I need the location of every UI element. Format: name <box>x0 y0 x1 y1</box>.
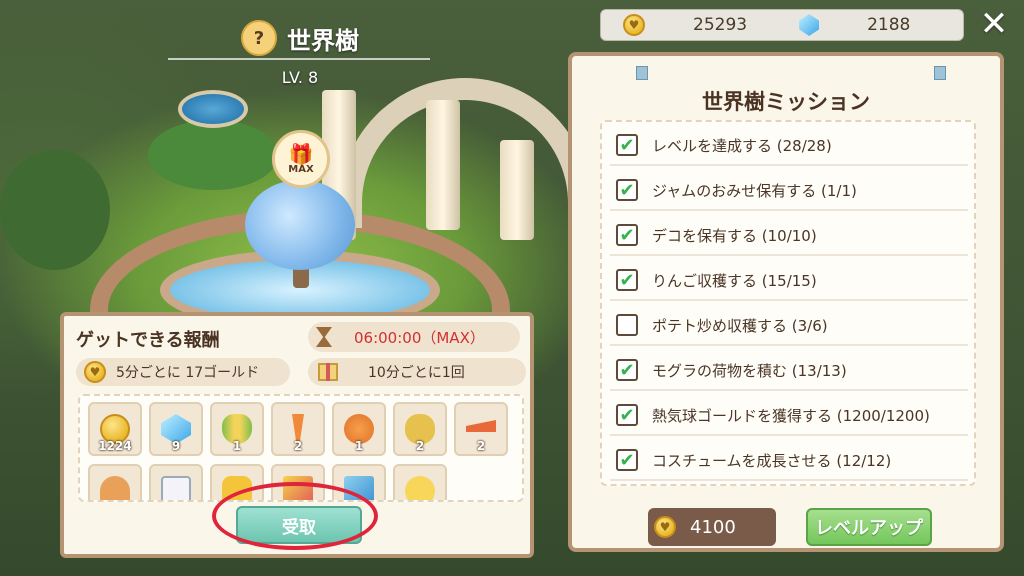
checkbox-checked-icon: ✔ <box>616 269 638 291</box>
birdbath-icon <box>178 90 248 128</box>
mission-label: モグラの荷物を積む (13/13) <box>652 361 847 380</box>
checkbox-checked-icon: ✔ <box>616 179 638 201</box>
checkbox-checked-icon: ✔ <box>616 449 638 471</box>
gift-bubble[interactable]: 🎁 MAX <box>272 130 330 188</box>
gold-rate-pill: ♥ 5分ごとに 17ゴールド <box>76 358 290 386</box>
reward-item-slot[interactable]: 2 <box>271 402 325 456</box>
coin-icon: ♥ <box>654 516 676 538</box>
mission-label: レベルを達成する (28/28) <box>652 136 832 155</box>
stone-arch <box>340 78 590 228</box>
coin-count: 25293 <box>693 15 748 35</box>
help-icon[interactable]: ? <box>241 20 277 56</box>
coin-icon: ♥ <box>623 14 645 36</box>
reward-item-slot[interactable] <box>149 464 203 500</box>
gem-icon <box>799 14 820 36</box>
milk-icon <box>161 476 191 500</box>
item-count: 9 <box>171 439 181 453</box>
item-count: 2 <box>415 439 425 453</box>
mission-label: ポテト炒め収穫する (3/6) <box>652 316 828 335</box>
mission-row: ✔ コスチュームを成長させる (12/12) <box>610 441 968 481</box>
checkbox-empty-icon <box>616 314 638 336</box>
item-count: 2 <box>476 439 486 453</box>
currency-bar: ♥ 25293 2188 <box>600 9 964 41</box>
highlight-circle <box>212 482 378 550</box>
mission-panel: 世界樹ミッション ✔ レベルを達成する (28/28) ✔ ジャムのおみせ保有する (… <box>568 52 1004 552</box>
checkbox-checked-icon: ✔ <box>616 404 638 426</box>
hourglass-icon <box>316 327 332 347</box>
item-count: 1224 <box>98 439 132 453</box>
reward-item-slot[interactable]: 2 <box>393 402 447 456</box>
bush <box>148 120 278 190</box>
reward-item-slot[interactable] <box>393 464 447 500</box>
checkbox-checked-icon: ✔ <box>616 134 638 156</box>
mission-label: 熱気球ゴールドを獲得する (1200/1200) <box>652 406 930 425</box>
level-up-cost: ♥ 4100 <box>648 508 776 546</box>
title-divider <box>168 58 430 60</box>
reward-title: ゲットできる報酬 <box>76 330 220 351</box>
bush <box>0 150 110 270</box>
gold-rate-text: 5分ごとに 17ゴールド <box>116 365 260 381</box>
level-label: LV. 8 <box>281 68 319 87</box>
checkbox-checked-icon: ✔ <box>616 224 638 246</box>
mission-row: ✔ りんご収穫する (15/15) <box>610 261 968 301</box>
title-bar: ? 世界樹 <box>170 14 430 62</box>
chick-icon <box>405 476 435 500</box>
item-count: 1 <box>354 439 364 453</box>
reward-item-slot[interactable]: 1224 <box>88 402 142 456</box>
mission-label: りんご収穫する (15/15) <box>652 271 817 290</box>
mission-row: ✔ ジャムのおみせ保有する (1/1) <box>610 171 968 211</box>
gift-rate-pill: 10分ごとに1回 <box>308 358 526 386</box>
checkbox-checked-icon: ✔ <box>616 359 638 381</box>
mission-row: ポテト炒め収穫する (3/6) <box>610 306 968 346</box>
tape-decoration <box>934 66 946 80</box>
mission-row: ✔ モグラの荷物を積む (13/13) <box>610 351 968 391</box>
pillar-right <box>500 140 534 240</box>
mission-list: ✔ レベルを達成する (28/28) ✔ ジャムのおみせ保有する (1/1) ✔ デコを保… <box>600 120 976 486</box>
reward-item-slot[interactable]: 1 <box>210 402 264 456</box>
reward-item-slot[interactable]: 2 <box>454 402 508 456</box>
mission-row: ✔ デコを保有する (10/10) <box>610 216 968 256</box>
reward-timer: 06:00:00（MAX） <box>308 322 520 352</box>
pie-icon <box>100 476 130 500</box>
gift-icon <box>318 363 338 381</box>
mission-label: ジャムのおみせ保有する (1/1) <box>652 181 857 200</box>
cost-value: 4100 <box>690 516 736 538</box>
item-count: 1 <box>232 439 242 453</box>
reward-item-slot[interactable]: 9 <box>149 402 203 456</box>
gift-max-label: MAX <box>288 163 314 175</box>
level-up-button[interactable]: レベルアップ <box>806 508 932 546</box>
gift-icon: 🎁 <box>288 141 314 166</box>
mission-label: デコを保有する (10/10) <box>652 226 817 245</box>
mission-label: コスチュームを成長させる (12/12) <box>652 451 892 470</box>
page-title: 世界樹 <box>287 26 359 55</box>
mission-row: ✔ レベルを達成する (28/28) <box>610 126 968 166</box>
close-button[interactable]: ✕ <box>976 4 1012 44</box>
gift-rate-text: 10分ごとに1回 <box>368 365 465 381</box>
mission-title: 世界樹ミッション <box>702 90 870 114</box>
coin-icon: ♥ <box>84 361 106 383</box>
world-tree-icon[interactable] <box>245 180 355 270</box>
pillar-middle <box>426 100 460 230</box>
item-count: 2 <box>293 439 303 453</box>
mission-row: ✔ 熱気球ゴールドを獲得する (1200/1200) <box>610 396 968 436</box>
reward-item-slot[interactable]: 1 <box>332 402 386 456</box>
tape-decoration <box>636 66 648 80</box>
reward-item-slot[interactable] <box>88 464 142 500</box>
timer-text: 06:00:00（MAX） <box>354 328 485 347</box>
gem-count: 2188 <box>867 15 911 35</box>
